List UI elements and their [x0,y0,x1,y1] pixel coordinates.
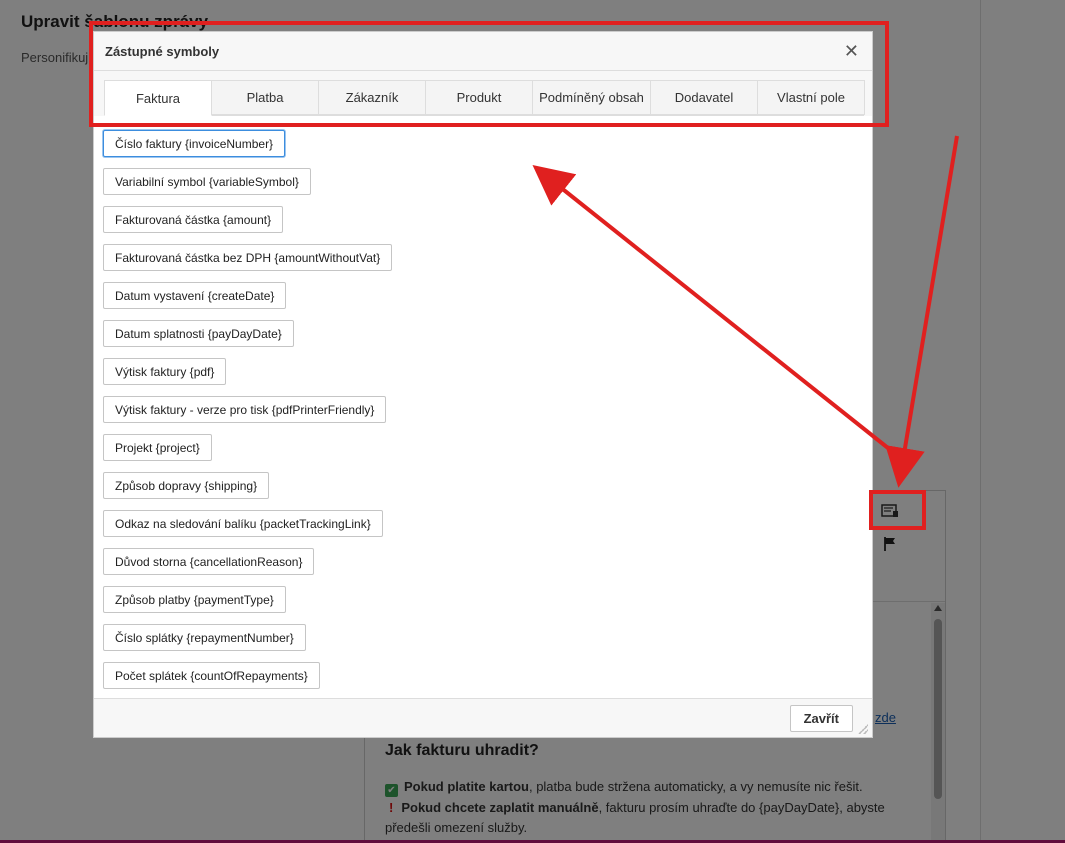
annotation-box-tabs [89,21,889,127]
symbol-button-pdf[interactable]: Výtisk faktury {pdf} [103,358,227,385]
symbol-button-create-date[interactable]: Datum vystavení {createDate} [103,282,287,309]
symbol-button-amount-without-vat[interactable]: Fakturovaná částka bez DPH {amountWithou… [103,244,393,271]
symbol-button-pdf-printer-friendly[interactable]: Výtisk faktury - verze pro tisk {pdfPrin… [103,396,387,423]
symbol-button-amount[interactable]: Fakturovaná částka {amount} [103,206,284,233]
symbol-button-cancellation-reason[interactable]: Důvod storna {cancellationReason} [103,548,315,575]
symbol-button-payment-type[interactable]: Způsob platby {paymentType} [103,586,286,613]
symbol-button-pay-day-date[interactable]: Datum splatnosti {payDayDate} [103,320,294,347]
symbol-button-invoice-number[interactable]: Číslo faktury {invoiceNumber} [103,130,286,157]
placeholders-dialog: Zástupné symboly ✕ Faktura Platba Zákazn… [93,31,873,738]
annotation-box-toolbar-icon [869,490,926,530]
dialog-footer: Zavřít [94,699,872,738]
symbol-button-project[interactable]: Projekt {project} [103,434,212,461]
symbol-button-repayment-number[interactable]: Číslo splátky {repaymentNumber} [103,624,306,651]
symbol-button-variable-symbol[interactable]: Variabilní symbol {variableSymbol} [103,168,311,195]
symbol-button-count-of-repayments[interactable]: Počet splátek {countOfRepayments} [103,662,320,689]
symbol-button-shipping[interactable]: Způsob dopravy {shipping} [103,472,270,499]
symbol-button-packet-tracking-link[interactable]: Odkaz na sledování balíku {packetTrackin… [103,510,383,537]
resize-handle-icon[interactable] [858,724,868,734]
tab-content-faktura: Číslo faktury {invoiceNumber} Variabilní… [94,116,872,699]
close-button[interactable]: Zavřít [789,705,853,732]
